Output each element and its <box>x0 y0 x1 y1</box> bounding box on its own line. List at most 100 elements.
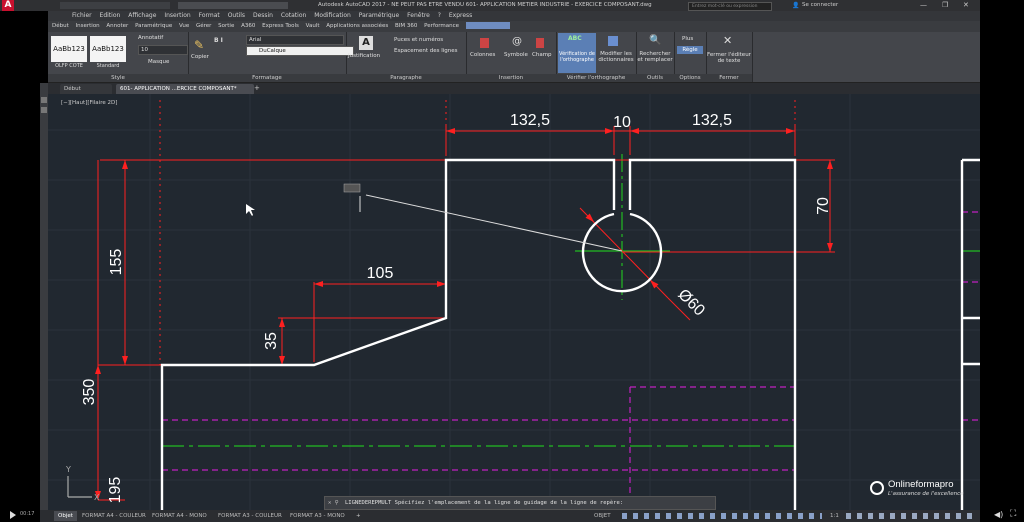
style-swatch-2[interactable]: AaBb123 <box>90 36 126 62</box>
menu-item[interactable]: Affichage <box>128 12 156 19</box>
copier-button[interactable]: Copier <box>191 54 209 60</box>
layout-tab[interactable]: FORMAT A4 - MONO <box>152 510 207 522</box>
ribbon-tab[interactable]: Applications associées <box>326 23 388 29</box>
dictionnaires-icon[interactable] <box>608 36 618 46</box>
menu-item[interactable]: Dessin <box>253 12 273 19</box>
layout-tab[interactable]: FORMAT A3 - MONO <box>290 510 345 522</box>
close-icon[interactable]: ✕ <box>963 0 969 11</box>
ribbon-tab[interactable]: Vault <box>306 23 320 29</box>
ribbon-tab[interactable]: A360 <box>241 23 255 29</box>
rail-icon[interactable] <box>41 107 47 113</box>
annotation-scale[interactable]: 1:1 <box>830 510 839 522</box>
play-icon[interactable] <box>10 511 16 519</box>
ribbon-tab[interactable]: Express Tools <box>262 23 299 29</box>
symbole-icon[interactable]: @ <box>512 36 522 47</box>
dim-text: 195 <box>107 477 124 504</box>
ribbon-tab[interactable]: Performance <box>424 23 459 29</box>
menu-item[interactable]: Fichier <box>72 12 92 19</box>
menu-item[interactable]: Format <box>199 12 220 19</box>
left-tool-rail <box>40 83 48 510</box>
masque-button[interactable]: Masque <box>148 59 169 65</box>
menu-item[interactable]: Modification <box>314 12 351 19</box>
layout-tab-active[interactable]: Objet <box>54 511 77 521</box>
search-box[interactable]: Entrez mot-clé ou expression <box>688 2 772 11</box>
ribbon-tab-active[interactable] <box>465 22 510 29</box>
ribbon-tab[interactable]: Annoter <box>106 23 128 29</box>
title-bar: A Autodesk AutoCAD 2017 - NE PEUT PAS ET… <box>0 0 980 11</box>
autocad-window: 00:17 ◀) ⛶ A Autodesk AutoCAD 2017 - NE … <box>0 0 1024 522</box>
verification-button[interactable]: ABC Vérification de l'orthographe <box>558 33 596 73</box>
annotatif-button[interactable]: Annotatif <box>138 35 163 41</box>
rechercher-button[interactable]: Rechercher et remplacer <box>637 51 673 63</box>
command-line[interactable]: ✕ ⚲ LIGNEDEREPMULT Spécifiez l'emplaceme… <box>324 496 716 510</box>
panel-fermer: ✕ Fermer l'éditeur de texte Fermer <box>706 32 753 82</box>
dim-text: 105 <box>367 265 394 282</box>
font-select[interactable]: Arial <box>246 35 344 45</box>
menu-item[interactable]: ? <box>438 12 441 19</box>
ribbon-tab[interactable]: Sortie <box>218 23 234 29</box>
restore-icon[interactable]: ❐ <box>942 0 948 11</box>
rail-icon[interactable] <box>41 97 47 103</box>
command-close-icon[interactable]: ✕ ⚲ <box>325 500 342 506</box>
copier-brush-icon[interactable]: ✎ <box>194 38 204 52</box>
quick-access-toolbar[interactable] <box>60 2 170 9</box>
ribbon-tab[interactable]: Paramétrique <box>135 23 172 29</box>
ribbon-tab[interactable]: Vue <box>179 23 189 29</box>
new-tab-icon[interactable]: + <box>254 84 260 92</box>
close-editor-icon[interactable]: ✕ <box>723 34 732 47</box>
style-swatch-1[interactable]: AaBb123 <box>51 36 87 62</box>
menu-item[interactable]: Edition <box>100 12 121 19</box>
minimize-icon[interactable]: — <box>920 0 927 11</box>
fermer-editeur-button[interactable]: Fermer l'éditeur de texte <box>707 52 751 64</box>
ribbon-tab[interactable]: Début <box>52 23 69 29</box>
justification-icon[interactable]: A <box>359 36 373 50</box>
menu-item[interactable]: Express <box>449 12 472 19</box>
dimension-arrows <box>95 128 833 500</box>
signin-link[interactable]: Se connecter <box>802 0 838 11</box>
espacement-button[interactable]: Espacement des lignes <box>394 48 458 54</box>
colonnes-icon[interactable] <box>480 38 489 48</box>
ribbon: AaBb123 OLFP COTE AaBb123 Standard Annot… <box>48 32 980 83</box>
fullscreen-icon[interactable]: ⛶ <box>1010 509 1016 519</box>
autocad-logo-icon[interactable]: A <box>2 0 14 11</box>
dimension-arrowhead <box>279 318 285 327</box>
status-icons-right[interactable] <box>846 513 972 519</box>
symbole-button[interactable]: Symbole <box>504 52 528 58</box>
layer-select[interactable]: DuCalque <box>246 46 354 56</box>
menu-item[interactable]: Paramétrique <box>359 12 400 19</box>
layout-tab[interactable]: FORMAT A3 - COULEUR <box>218 510 282 522</box>
plus-button[interactable]: Plus <box>682 36 693 42</box>
regle-button[interactable]: Règle <box>677 46 703 54</box>
user-icon[interactable]: 👤 <box>792 0 799 11</box>
ribbon-tab[interactable]: BIM 360 <box>395 23 417 29</box>
panel-insertion: Colonnes @ Symbole Champ Insertion <box>466 32 557 82</box>
colonnes-button[interactable]: Colonnes <box>470 52 495 58</box>
ribbon-tab[interactable]: Gérer <box>196 23 211 29</box>
find-replace-icon[interactable]: 🔍 <box>649 35 661 46</box>
add-layout-icon[interactable]: + <box>356 510 361 522</box>
drawing-canvas[interactable]: [−][Haut][Filaire 2D] 132,5 10 132,5 70 … <box>48 94 980 510</box>
panel-orthographe: ABC Vérification de l'orthographe Modifi… <box>556 32 637 82</box>
volume-icon[interactable]: ◀) <box>994 510 1003 519</box>
puces-button[interactable]: Puces et numéros <box>394 37 443 43</box>
ribbon-tab[interactable]: Insertion <box>76 23 100 29</box>
modifier-dictionnaires-button[interactable]: Modifier les dictionnaires <box>598 51 634 63</box>
menu-item[interactable]: Fenêtre <box>407 12 430 19</box>
doc-tab-active[interactable]: 601- APPLICATION ...ERCICE COMPOSANT* <box>116 84 254 94</box>
dimension-arrowhead <box>122 160 128 169</box>
doc-tab-debut[interactable]: Début <box>60 84 112 94</box>
panel-label: Insertion <box>466 74 556 82</box>
menu-bar: Fichier Edition Affichage Insertion Form… <box>48 11 980 21</box>
status-icons[interactable] <box>622 513 822 519</box>
menu-item[interactable]: Cotation <box>281 12 306 19</box>
champ-button[interactable]: Champ <box>532 52 552 58</box>
champ-icon[interactable] <box>536 38 544 48</box>
menu-item[interactable]: Outils <box>228 12 245 19</box>
workspace-select[interactable] <box>178 2 288 9</box>
model-space-label[interactable]: OBJET <box>594 510 611 522</box>
bold-icon[interactable]: B I <box>214 37 223 44</box>
layout-tab[interactable]: FORMAT A4 - COULEUR <box>82 510 146 522</box>
menu-item[interactable]: Insertion <box>164 12 190 19</box>
justification-button[interactable]: Justification <box>348 53 380 59</box>
text-size-select[interactable]: 10 <box>138 45 188 55</box>
